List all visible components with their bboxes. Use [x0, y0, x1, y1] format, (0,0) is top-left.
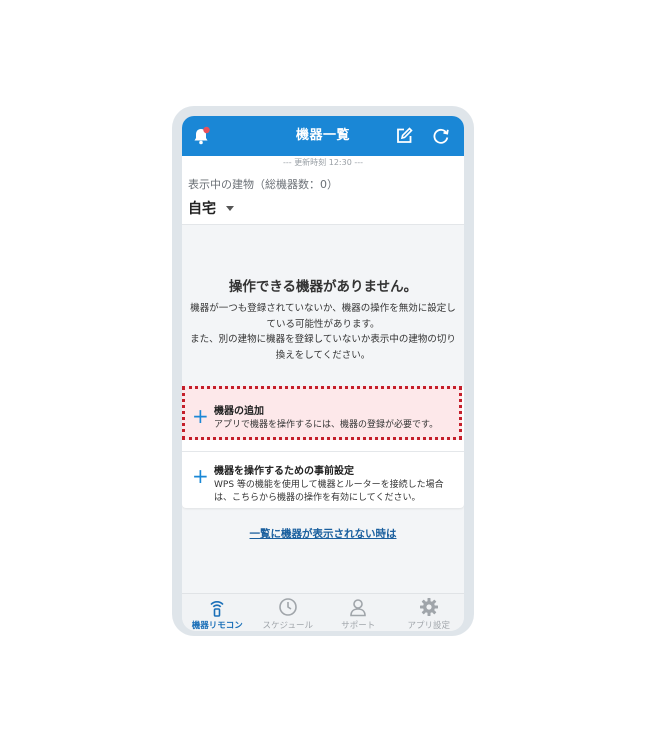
plus-icon: + [192, 404, 209, 428]
empty-description: 機器が一つも登録されていないか、機器の操作を無効に設定し ている可能性があります… [182, 301, 464, 363]
empty-description-line: ている可能性があります。 [266, 318, 380, 330]
tab-label: 機器リモコン [191, 621, 243, 631]
building-selector[interactable]: 表示中の建物（総機器数：0） 自宅 [182, 170, 464, 225]
chevron-down-icon[interactable] [226, 206, 234, 211]
gear-icon [419, 598, 438, 616]
building-label: 表示中の建物（総機器数：0） [188, 178, 338, 191]
person-icon [350, 599, 367, 617]
pre-setup-title: 機器を操作するための事前設定 [214, 466, 354, 477]
empty-description-line: 換えをしてください。 [275, 349, 371, 361]
tab-label: アプリ設定 [407, 621, 450, 631]
plus-icon: + [192, 464, 209, 488]
phone-frame: 機器一覧 --- 更新時刻 12:30 --- 表示中の建物（総機器数：0） 自… [172, 106, 474, 636]
pre-setup-item[interactable]: + 機器を操作するための事前設定 WPS 等の機能を使用して機器とルーターを接続… [182, 451, 464, 508]
app-header: 機器一覧 [182, 116, 464, 156]
remote-icon [210, 600, 224, 617]
tab-bar: 機器リモコン スケジュール サポート アプリ設定 [182, 593, 464, 631]
tab-label: スケジュール [262, 621, 313, 631]
empty-title: 操作できる機器がありません。 [228, 279, 418, 295]
empty-description-line: また、別の建物に機器を登録していないか表示中の建物の切り [190, 334, 456, 345]
help-link[interactable]: 一覧に機器が表示されない時は [182, 526, 464, 541]
updated-time: --- 更新時刻 12:30 --- [182, 156, 464, 170]
add-device-title: 機器の追加 [214, 406, 264, 417]
refresh-icon[interactable] [431, 126, 451, 146]
clock-icon [278, 598, 297, 616]
pre-setup-desc: WPS 等の機能を使用して機器とルーターを接続した場合は、こちらから機器の操作を… [214, 480, 444, 503]
page-title: 機器一覧 [295, 128, 350, 143]
action-card: + 機器の追加 アプリで機器を操作するには、機器の登録が必要です。 + 機器を操… [182, 386, 464, 508]
tab-schedule[interactable]: スケジュール [253, 594, 324, 631]
tab-label: サポート [341, 621, 376, 631]
add-device-desc: アプリで機器を操作するには、機器の登録が必要です。 [214, 420, 439, 430]
tab-support[interactable]: サポート [323, 594, 394, 631]
tab-remote[interactable]: 機器リモコン [182, 594, 253, 631]
building-name[interactable]: 自宅 [188, 198, 216, 218]
app-screen: 機器一覧 --- 更新時刻 12:30 --- 表示中の建物（総機器数：0） 自… [182, 116, 464, 631]
empty-description-line: 機器が一つも登録されていないか、機器の操作を無効に設定し [190, 303, 456, 314]
tab-settings[interactable]: アプリ設定 [394, 594, 465, 631]
add-device-item[interactable]: + 機器の追加 アプリで機器を操作するには、機器の登録が必要です。 [182, 386, 464, 448]
edit-icon[interactable] [394, 126, 414, 146]
